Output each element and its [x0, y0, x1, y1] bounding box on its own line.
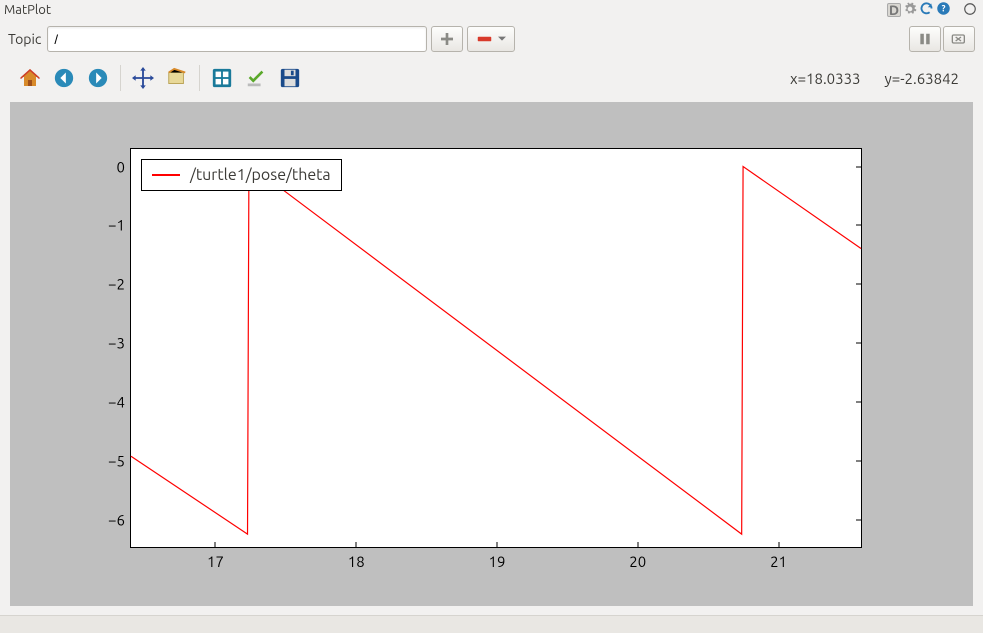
- coord-x: x=18.0333: [790, 70, 861, 87]
- run-controls: [909, 26, 975, 52]
- gear-icon[interactable]: [903, 2, 917, 19]
- y-tick-label: −6: [91, 511, 131, 528]
- topic-row: Topic: [0, 20, 983, 58]
- title-bar: MatPlot D ?: [0, 0, 983, 20]
- remove-topic-button[interactable]: [467, 26, 515, 52]
- toolbar-separator: [199, 65, 200, 91]
- restore-icon[interactable]: [963, 2, 977, 19]
- svg-text:?: ?: [942, 4, 946, 14]
- legend-label: /turtle1/pose/theta: [190, 166, 331, 184]
- plot-canvas[interactable]: /turtle1/pose/theta 0 −1 −2 −3 −4 −5 −6 17 18 19 2…: [10, 102, 973, 606]
- add-topic-button[interactable]: [431, 26, 463, 52]
- x-tick-label: 19: [489, 547, 506, 570]
- clear-icon: [951, 32, 967, 46]
- refresh-icon[interactable]: [919, 1, 934, 19]
- chevron-down-icon: [498, 35, 506, 43]
- x-tick-label: 18: [348, 547, 365, 570]
- footer-bar: [0, 615, 983, 633]
- y-tick-label: −4: [91, 393, 131, 410]
- pan-icon[interactable]: [129, 64, 157, 92]
- line-plot: [131, 149, 861, 547]
- window-title: MatPlot: [4, 3, 51, 17]
- plus-icon: [439, 31, 455, 47]
- back-icon[interactable]: [50, 64, 78, 92]
- pause-icon: [918, 32, 932, 46]
- cursor-coords: x=18.0333 y=-2.63842: [790, 70, 969, 87]
- zoom-icon[interactable]: [163, 64, 191, 92]
- chart-axes: /turtle1/pose/theta 0−1−2−3−4−5−61718192…: [130, 148, 862, 548]
- x-tick-label: 20: [629, 547, 646, 570]
- x-tick-label: 17: [207, 547, 224, 570]
- home-icon[interactable]: [16, 64, 44, 92]
- y-tick-label: −1: [91, 217, 131, 234]
- titlebar-right-icons: D ?: [887, 1, 977, 19]
- clear-button[interactable]: [943, 26, 975, 52]
- help-icon[interactable]: ?: [936, 1, 951, 19]
- y-tick-label: 0: [91, 158, 131, 175]
- minus-icon: [477, 34, 495, 44]
- y-tick-label: −3: [91, 335, 131, 352]
- legend: /turtle1/pose/theta: [141, 159, 342, 191]
- coord-y: y=-2.63842: [885, 70, 959, 87]
- topic-label: Topic: [8, 31, 41, 47]
- edit-icon[interactable]: [242, 64, 270, 92]
- x-tick-label: 21: [770, 547, 787, 570]
- topic-input[interactable]: [47, 26, 427, 52]
- forward-icon[interactable]: [84, 64, 112, 92]
- pause-button[interactable]: [909, 26, 941, 52]
- y-tick-label: −2: [91, 276, 131, 293]
- subplots-icon[interactable]: [208, 64, 236, 92]
- d-badge-icon[interactable]: D: [887, 3, 901, 17]
- save-icon[interactable]: [276, 64, 304, 92]
- matplotlib-toolbar: x=18.0333 y=-2.63842: [0, 58, 983, 102]
- y-tick-label: −5: [91, 452, 131, 469]
- legend-swatch: [152, 174, 180, 176]
- toolbar-separator: [120, 65, 121, 91]
